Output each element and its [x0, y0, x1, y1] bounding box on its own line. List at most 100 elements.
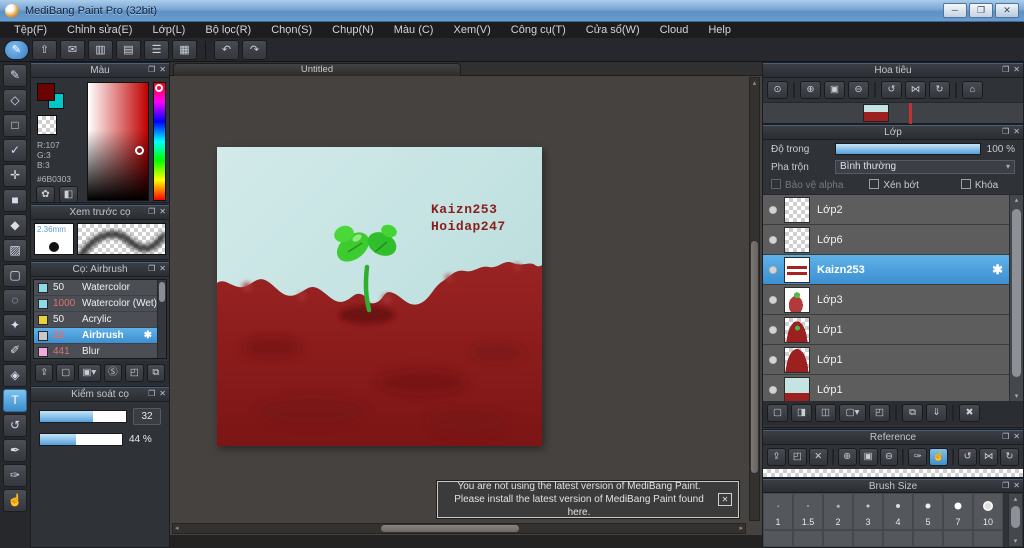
new-halftone-layer-icon[interactable]: ◨ — [791, 404, 812, 422]
layers-scrollbar[interactable]: ▴ ▾ — [1009, 195, 1023, 401]
ref-rotate-left-icon[interactable]: ↺ — [958, 448, 978, 466]
brush-size-option[interactable]: 1 — [763, 493, 793, 530]
nav-zoom-100-icon[interactable]: ⌂ — [962, 81, 983, 99]
document-tab[interactable]: Untitled — [173, 63, 461, 76]
layer-visibility-icon[interactable] — [769, 235, 777, 244]
horizontal-scroll-thumb[interactable] — [381, 525, 519, 532]
canvas-area[interactable]: Untitled Kaizn253 Hoidap247 ▴ ◂ ▸ You ar… — [170, 62, 762, 548]
canvas-vertical-scrollbar[interactable]: ▴ — [749, 77, 760, 521]
brush-size-option[interactable] — [823, 530, 853, 547]
shape-brush-tool[interactable]: □ — [3, 114, 27, 137]
menu-edit[interactable]: Chỉnh sửa(E) — [57, 24, 142, 36]
ref-reset-rotation-icon[interactable]: ⋈ — [979, 448, 999, 466]
magic-wand-tool[interactable]: ✦ — [3, 314, 27, 337]
brush-size-option[interactable]: 4 — [883, 493, 913, 530]
ref-fit-icon[interactable]: ▣ — [858, 448, 878, 466]
pen-tool[interactable]: ✒ — [3, 439, 27, 462]
move-tool[interactable]: ✛ — [3, 164, 27, 187]
material-list-icon[interactable]: ☰ — [144, 39, 169, 60]
hand-tool[interactable]: ☝ — [3, 489, 27, 512]
brush-size-option[interactable] — [973, 530, 1003, 547]
brush-row-watercolor-wet[interactable]: 1000 Watercolor (Wet) — [34, 296, 166, 312]
layer-row[interactable]: Lớp2 — [763, 195, 1011, 225]
panel-close-icon[interactable]: ✕ — [1013, 432, 1020, 441]
merge-layer-icon[interactable]: ⇓ — [926, 404, 947, 422]
menu-view[interactable]: Xem(V) — [443, 24, 500, 36]
brush-size-option[interactable]: 2 — [823, 493, 853, 530]
redo-icon[interactable]: ↷ — [242, 39, 267, 60]
layer-row[interactable]: Lớp1 — [763, 315, 1011, 345]
panel-float-icon[interactable]: ❐ — [1002, 127, 1009, 136]
hue-slider[interactable] — [153, 82, 166, 201]
select-pen-tool[interactable]: ✐ — [3, 339, 27, 362]
brush-row-watercolor[interactable]: 50 Watercolor — [34, 280, 166, 296]
drawing-canvas[interactable]: Kaizn253 Hoidap247 — [217, 147, 542, 446]
scroll-down-icon[interactable]: ▾ — [1009, 537, 1022, 545]
panel-close-icon[interactable]: ✕ — [1013, 127, 1020, 136]
color-picker-window-icon[interactable]: ◧ — [59, 186, 78, 203]
nav-fit-window-icon[interactable]: ▣ — [824, 81, 845, 99]
new-layer-icon[interactable]: ▢ — [767, 404, 788, 422]
menu-select[interactable]: Chọn(S) — [261, 24, 322, 36]
new-1bit-layer-icon[interactable]: ◫ — [815, 404, 836, 422]
nav-zoom-out-icon[interactable]: ⊖ — [848, 81, 869, 99]
panel-float-icon[interactable]: ❐ — [148, 264, 155, 273]
ref-eyedropper-icon[interactable]: ✑ — [908, 448, 928, 466]
brush-size-slider[interactable] — [39, 410, 127, 423]
panel-float-icon[interactable]: ❐ — [1002, 481, 1009, 490]
layer-opacity-slider[interactable] — [835, 143, 981, 155]
close-button[interactable]: ✕ — [995, 3, 1019, 18]
hue-marker[interactable] — [155, 84, 164, 92]
fill-shape-tool[interactable]: ■ — [3, 189, 27, 212]
foreground-color-swatch[interactable] — [37, 83, 55, 101]
layer-row[interactable]: Lớp3 — [763, 285, 1011, 315]
delete-layer-icon[interactable]: ✖ — [959, 404, 980, 422]
new-brush-icon[interactable]: ▢ — [56, 364, 75, 382]
medibang-cloud-icon[interactable]: ✎ — [4, 39, 29, 60]
sv-marker[interactable] — [135, 146, 145, 156]
restore-button[interactable]: ❐ — [969, 3, 993, 18]
duplicate-layer-icon[interactable]: ⧉ — [902, 404, 923, 422]
clipping-checkbox[interactable]: Xén bớt — [869, 179, 919, 191]
panel-close-icon[interactable]: ✕ — [1013, 65, 1020, 74]
gradient-tool[interactable]: ▨ — [3, 239, 27, 262]
scroll-up-icon[interactable]: ▴ — [1010, 196, 1023, 204]
panel-float-icon[interactable]: ❐ — [1002, 65, 1009, 74]
ref-zoom-out-icon[interactable]: ⊖ — [879, 448, 899, 466]
brush-size-option[interactable] — [943, 530, 973, 547]
brush-size-option[interactable] — [763, 530, 793, 547]
ref-rotate-right-icon[interactable]: ↻ — [1000, 448, 1019, 466]
brush-size-option[interactable]: 3 — [853, 493, 883, 530]
layer-visibility-icon[interactable] — [769, 265, 777, 274]
panel-close-icon[interactable]: ✕ — [159, 65, 166, 74]
brush-size-value[interactable]: 32 — [133, 408, 161, 425]
alpha-protect-checkbox[interactable]: Bảo vệ alpha — [771, 179, 843, 191]
menu-layer[interactable]: Lớp(L) — [142, 24, 195, 36]
canvas-horizontal-scrollbar[interactable]: ◂ ▸ — [172, 523, 746, 534]
nav-rotate-left-icon[interactable]: ↺ — [881, 81, 902, 99]
layer-settings-gear-icon[interactable]: ✱ — [992, 262, 1003, 278]
brush-row-blur[interactable]: 441 Blur — [34, 344, 166, 358]
nav-reset-rotation-icon[interactable]: ⋈ — [905, 81, 926, 99]
menu-file[interactable]: Tệp(F) — [4, 24, 57, 36]
select-tool[interactable]: ▢ — [3, 264, 27, 287]
vertical-scroll-thumb[interactable] — [751, 241, 758, 473]
control-point-tool[interactable]: ✓ — [3, 139, 27, 162]
brush-size-option[interactable]: 10 — [973, 493, 1003, 530]
scroll-up-icon[interactable]: ▴ — [1009, 495, 1022, 503]
select-eraser-tool[interactable]: ◈ — [3, 364, 27, 387]
palette-icon[interactable]: ✿ — [36, 186, 55, 203]
menu-tool[interactable]: Công cụ(T) — [501, 24, 576, 36]
eyedropper-tool[interactable]: ✑ — [3, 464, 27, 487]
add-layer-menu-icon[interactable]: ▢▾ — [839, 404, 866, 422]
layer-row[interactable]: Lớp1 — [763, 375, 1011, 401]
chat-panel-icon[interactable]: ▥ — [88, 39, 113, 60]
layer-folder-icon[interactable]: ◰ — [869, 404, 890, 422]
brush-row-airbrush-selected[interactable]: 32 Airbrush ✱ — [34, 328, 166, 344]
nav-rotate-right-icon[interactable]: ↻ — [929, 81, 950, 99]
brush-size-scroll-thumb[interactable] — [1011, 506, 1020, 528]
layers-scroll-thumb[interactable] — [1012, 209, 1021, 377]
new-brush-dropdown-icon[interactable]: ▣▾ — [77, 364, 101, 382]
brush-size-option[interactable] — [883, 530, 913, 547]
lock-checkbox[interactable]: Khóa — [960, 179, 998, 191]
